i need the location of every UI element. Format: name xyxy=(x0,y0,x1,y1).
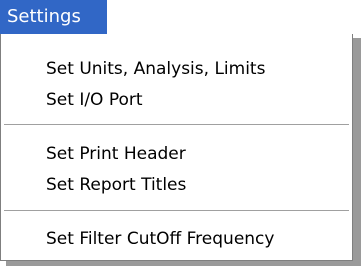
menu-item-set-io-port[interactable]: Set I/O Port xyxy=(1,83,352,117)
settings-dropdown-menu: Set Units, Analysis, Limits Set I/O Port… xyxy=(0,34,353,261)
menu-item-set-report-titles[interactable]: Set Report Titles xyxy=(1,168,352,202)
menu-item-set-filter-cutoff-frequency[interactable]: Set Filter CutOff Frequency xyxy=(1,222,352,256)
menu-separator xyxy=(4,210,349,212)
menu-item-label: Set I/O Port xyxy=(46,90,143,110)
settings-menu-title[interactable]: Settings xyxy=(0,0,107,34)
menu-item-label: Set Report Titles xyxy=(46,175,187,195)
menu-item-label: Set Filter CutOff Frequency xyxy=(46,229,275,249)
menu-item-set-print-header[interactable]: Set Print Header xyxy=(1,137,352,171)
menu-separator xyxy=(4,124,349,126)
menu-item-set-units-analysis-limits[interactable]: Set Units, Analysis, Limits xyxy=(1,52,352,86)
menu-item-label: Set Print Header xyxy=(46,144,186,164)
menu-item-label: Set Units, Analysis, Limits xyxy=(46,59,266,79)
